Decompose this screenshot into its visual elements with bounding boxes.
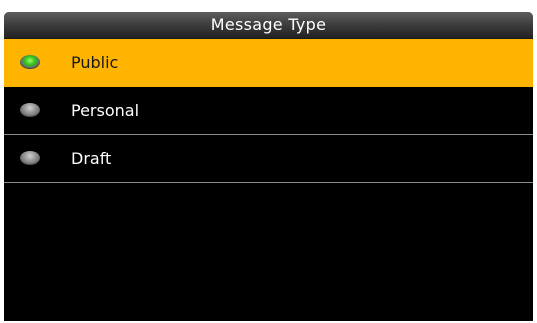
device-screen: Message Type Public Personal Draft (4, 12, 533, 321)
title-bar: Message Type (4, 12, 533, 39)
message-type-list: Public Personal Draft (4, 39, 533, 183)
option-public[interactable]: Public (4, 39, 533, 87)
radio-selected-icon (20, 55, 40, 69)
option-label: Public (71, 53, 119, 72)
option-personal[interactable]: Personal (4, 87, 533, 135)
radio-unselected-icon (20, 151, 40, 165)
radio-unselected-icon (20, 103, 40, 117)
option-draft[interactable]: Draft (4, 135, 533, 183)
page-title: Message Type (210, 15, 327, 34)
option-label: Personal (71, 101, 140, 120)
option-label: Draft (71, 149, 112, 168)
